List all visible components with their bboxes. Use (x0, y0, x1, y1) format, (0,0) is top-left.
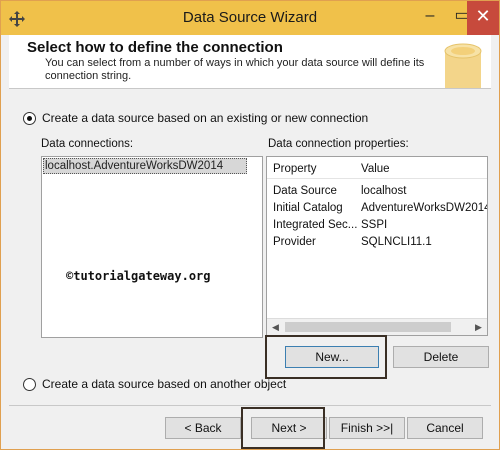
page-title: Select how to define the connection (27, 39, 283, 56)
next-button-highlight (241, 407, 325, 449)
wizard-header: Select how to define the connection You … (9, 35, 491, 89)
data-source-wizard-window: Data Source Wizard ‒ ▭ ✕ Select how to d… (0, 0, 500, 450)
table-row[interactable]: Provider SQLNCLI11.1 (267, 234, 487, 251)
watermark: ©tutorialgateway.org (66, 269, 211, 283)
property-name: Integrated Sec... (273, 219, 358, 231)
table-row[interactable]: Data Source localhost (267, 183, 487, 200)
existing-connection-radio[interactable] (23, 112, 36, 125)
wizard-footer: < Back Next > Finish >>| Cancel (9, 405, 491, 449)
data-connections-list[interactable]: localhost.AdventureWorksDW2014 ©tutorial… (41, 156, 263, 338)
title-bar[interactable]: Data Source Wizard ‒ ▭ ✕ (1, 1, 499, 35)
table-row[interactable]: Integrated Sec... SSPI (267, 217, 487, 234)
back-button[interactable]: < Back (165, 417, 241, 439)
property-column-header[interactable]: Property (273, 159, 359, 179)
close-button[interactable]: ✕ (467, 1, 499, 35)
horizontal-scrollbar[interactable]: ◀ ▶ (267, 318, 487, 335)
property-name: Data Source (273, 185, 337, 197)
existing-connection-label[interactable]: Create a data source based on an existin… (42, 111, 368, 125)
property-value: SSPI (361, 219, 388, 231)
delete-connection-button[interactable]: Delete (393, 346, 489, 368)
connection-properties-grid[interactable]: Property Value Data Source localhost Ini… (266, 156, 488, 336)
property-value: AdventureWorksDW2014 (361, 202, 487, 214)
property-value: localhost (361, 185, 407, 197)
another-object-radio[interactable] (23, 378, 36, 391)
list-item[interactable]: localhost.AdventureWorksDW2014 (43, 158, 247, 174)
table-row[interactable]: Initial Catalog AdventureWorksDW2014 (267, 200, 487, 217)
scroll-right-icon[interactable]: ▶ (470, 319, 487, 335)
another-object-label[interactable]: Create a data source based on another ob… (42, 377, 286, 391)
data-connections-label: Data connections: (41, 138, 134, 150)
connection-properties-label: Data connection properties: (268, 138, 409, 150)
database-icon (444, 43, 482, 88)
cancel-button[interactable]: Cancel (407, 417, 483, 439)
property-name: Initial Catalog (273, 202, 343, 214)
scroll-thumb[interactable] (285, 322, 451, 332)
properties-header-row: Property Value (267, 159, 487, 179)
page-description: You can select from a number of ways in … (45, 57, 425, 82)
property-name: Provider (273, 236, 316, 248)
new-button-highlight (265, 335, 387, 379)
wizard-content: Create a data source based on an existin… (9, 90, 491, 405)
property-value: SQLNCLI11.1 (361, 236, 432, 248)
minimize-button[interactable]: ‒ (413, 1, 447, 35)
scroll-left-icon[interactable]: ◀ (267, 319, 284, 335)
value-column-header[interactable]: Value (361, 159, 487, 179)
finish-button[interactable]: Finish >>| (329, 417, 405, 439)
